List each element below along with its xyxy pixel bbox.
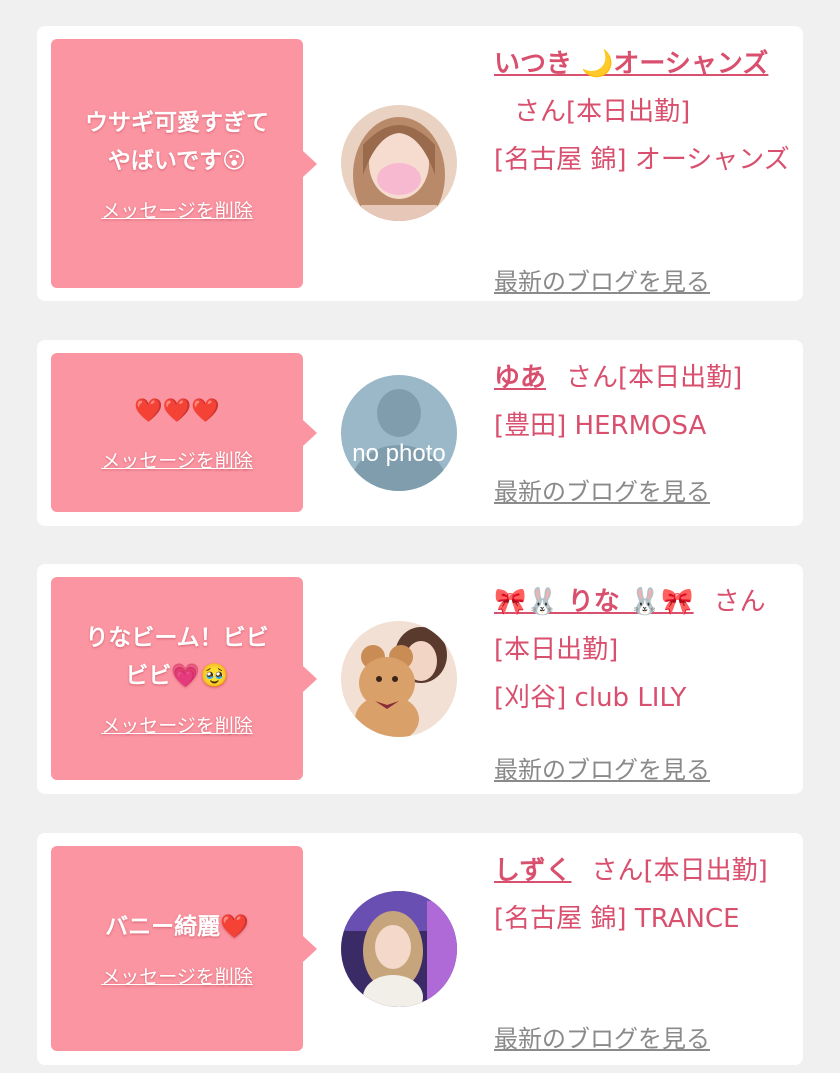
cast-name-link[interactable]: ゆあ (494, 363, 546, 393)
cast-info: いつき 🌙オーシャンズさん[本日出勤] [名古屋 錦] オーシャンズ 最新のブロ… (494, 40, 794, 296)
cast-info: ゆあ さん[本日出勤] [豊田] HERMOSA 最新のブログを見る (494, 354, 794, 506)
delete-message-link[interactable]: メッセージを削除 (101, 446, 253, 473)
message-line-1: ウサギ可愛すぎて (85, 110, 269, 136)
message-text: バニー綺麗❤️ (87, 908, 267, 946)
message-bubble: ❤️❤️❤️ メッセージを削除 (51, 353, 317, 512)
message-line-1: ❤️❤️❤️ (134, 398, 220, 424)
message-emoji: 💗🥹 (171, 663, 229, 689)
latest-blog-link[interactable]: 最新のブログを見る (494, 1015, 710, 1063)
attendance-label: さん[本日出勤] (566, 363, 743, 393)
message-bubble: りなビーム！ビビ ビビ💗🥹 メッセージを削除 (51, 577, 317, 780)
message-line-1: バニー綺麗❤️ (105, 914, 249, 940)
cast-name-link[interactable]: いつき 🌙オーシャンズ (494, 49, 768, 79)
woman-photo-neon-image (341, 891, 457, 1007)
woman-with-teddy-bear-image (341, 621, 457, 737)
delete-message-link[interactable]: メッセージを削除 (101, 196, 253, 223)
message-emoji: 😮 (222, 148, 247, 174)
no-photo-text: no photo (352, 440, 445, 467)
no-photo-image: no photo (341, 375, 457, 491)
avatar[interactable] (341, 105, 457, 221)
cast-name-link[interactable]: しずく (494, 856, 571, 886)
message-text: ウサギ可愛すぎて やばいです😮 (67, 104, 287, 180)
message-card: りなビーム！ビビ ビビ💗🥹 メッセージを削除 🎀🐰 りな 🐰🎀さん[本日出勤] (37, 564, 803, 794)
message-card: バニー綺麗❤️ メッセージを削除 しずく さん[本日出勤] [名古屋 錦] TRA… (37, 833, 803, 1065)
cast-name-link[interactable]: 🎀🐰 りな 🐰🎀 (494, 587, 694, 617)
shop-label: [名古屋 錦] TRANCE (494, 904, 740, 934)
attendance-label: さん[本日出勤] (591, 856, 768, 886)
delete-message-link[interactable]: メッセージを削除 (101, 962, 253, 989)
message-card: ❤️❤️❤️ メッセージを削除 no photo ゆあ さん[本日出勤] [豊田]… (37, 340, 803, 526)
shop-label: [豊田] HERMOSA (494, 411, 707, 441)
woman-photo-image (341, 105, 457, 221)
cast-info: しずく さん[本日出勤] [名古屋 錦] TRANCE 最新のブログを見る (494, 847, 794, 1053)
delete-message-link[interactable]: メッセージを削除 (101, 711, 253, 738)
message-text: りなビーム！ビビ ビビ💗🥹 (67, 619, 286, 695)
avatar[interactable]: no photo (341, 375, 457, 491)
latest-blog-link[interactable]: 最新のブログを見る (494, 468, 710, 516)
message-card: ウサギ可愛すぎて やばいです😮 メッセージを削除 いつき 🌙オーシャンズさん[本… (37, 26, 803, 301)
message-bubble: バニー綺麗❤️ メッセージを削除 (51, 846, 317, 1051)
latest-blog-link[interactable]: 最新のブログを見る (494, 258, 710, 306)
shop-label: [名古屋 錦] オーシャンズ (494, 145, 790, 175)
message-bubble: ウサギ可愛すぎて やばいです😮 メッセージを削除 (51, 39, 317, 288)
avatar[interactable] (341, 621, 457, 737)
message-line-1: りなビーム！ビビ (85, 625, 269, 651)
cast-info: 🎀🐰 りな 🐰🎀 さん[本日出勤] [刈谷] club LILY 最新のブログを見… (494, 578, 794, 784)
message-line-2: ビビ (125, 663, 172, 689)
shop-label: [刈谷] club LILY (494, 683, 687, 713)
message-line-2: やばいです (107, 148, 223, 174)
latest-blog-link[interactable]: 最新のブログを見る (494, 746, 710, 794)
message-text: ❤️❤️❤️ (116, 392, 238, 430)
avatar[interactable] (341, 891, 457, 1007)
message-list: ウサギ可愛すぎて やばいです😮 メッセージを削除 いつき 🌙オーシャンズさん[本… (0, 0, 840, 1073)
attendance-label: さん[本日出勤] (514, 97, 691, 127)
